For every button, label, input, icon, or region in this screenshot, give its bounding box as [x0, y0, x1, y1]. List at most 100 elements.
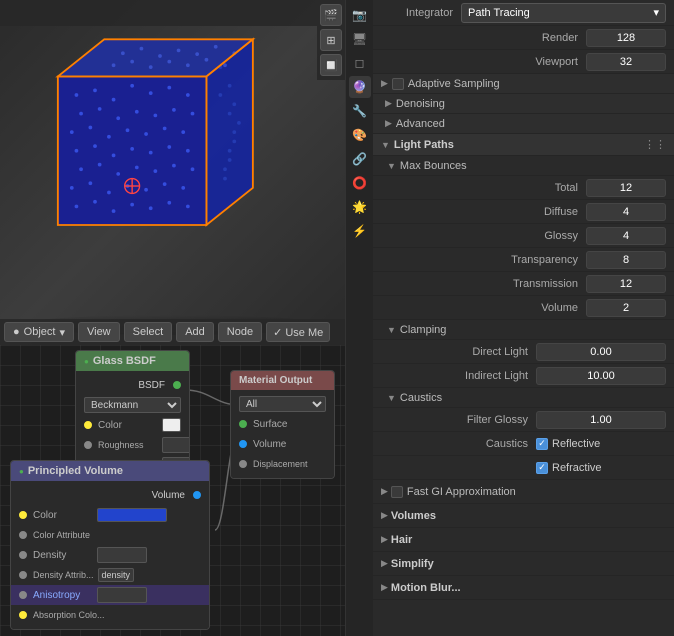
color-swatch[interactable]	[162, 418, 181, 432]
add-menu[interactable]: Add	[176, 322, 214, 342]
use-me-btn[interactable]: ✓ Use Me	[266, 322, 330, 342]
advanced-header[interactable]: ▶ Advanced	[373, 114, 674, 134]
side-icon-physics[interactable]: ⚡	[349, 220, 371, 242]
vol-density-socket[interactable]	[19, 551, 27, 559]
principled-volume-node[interactable]: ● Principled Volume Volume Color	[10, 460, 210, 630]
vol-density-attr-val[interactable]: density	[98, 568, 135, 582]
vol-anisotropy-label: Anisotropy	[33, 590, 93, 601]
side-icon-output[interactable]: 🖥	[349, 28, 371, 50]
vol-node-body: Volume Color Color Attribute	[11, 481, 209, 629]
vol-absorption-row: Absorption Colo...	[11, 605, 209, 625]
simplify-label: Simplify	[391, 558, 434, 570]
side-icon-material[interactable]: 🎨	[349, 124, 371, 146]
vol-density-attr-socket[interactable]	[19, 571, 27, 579]
vol-color-swatch[interactable]	[97, 508, 167, 522]
total-row: Total 12	[373, 176, 674, 200]
volume-value[interactable]: 2	[586, 299, 666, 317]
direct-light-label: Direct Light	[381, 346, 536, 358]
filter-glossy-value[interactable]: 1.00	[536, 411, 666, 429]
vol-anisotropy-input[interactable]: 0.000	[97, 587, 147, 603]
direct-light-value[interactable]: 0.00	[536, 343, 666, 361]
simplify-arrow: ▶	[381, 558, 388, 569]
clamping-header[interactable]: ▼ Clamping	[373, 320, 674, 340]
render-value[interactable]: 128	[586, 29, 666, 47]
side-icon-camera[interactable]: 📷	[349, 4, 371, 26]
mat-surface-row: Surface	[231, 414, 334, 434]
material-output-node[interactable]: Material Output All Surface	[230, 370, 335, 479]
viewport-grid-icon[interactable]: ⊞	[320, 29, 342, 51]
viewport-wireframe-icon[interactable]: 🔲	[320, 54, 342, 76]
reflective-checkbox[interactable]: ✓	[536, 438, 548, 450]
integrator-dropdown[interactable]: Path Tracing ▾	[461, 3, 666, 23]
hair-section[interactable]: ▶ Hair	[373, 528, 674, 552]
volumes-section[interactable]: ▶ Volumes	[373, 504, 674, 528]
max-bounces-arrow: ▼	[387, 161, 396, 171]
mat-volume-socket[interactable]	[239, 440, 247, 448]
vol-color-row: Color	[11, 505, 209, 525]
mode-select[interactable]: ● Object ▾	[4, 322, 74, 342]
refractive-checkbox[interactable]: ✓	[536, 462, 548, 474]
direct-light-row: Direct Light 0.00	[373, 340, 674, 364]
side-icon-particles[interactable]: 🌟	[349, 196, 371, 218]
hair-label: Hair	[391, 534, 412, 546]
transparency-value[interactable]: 8	[586, 251, 666, 269]
select-menu[interactable]: Select	[124, 322, 173, 342]
side-icon-constraints[interactable]: 🔗	[349, 148, 371, 170]
roughness-input[interactable]: 0.000	[162, 437, 190, 453]
viewport-camera-icon[interactable]: 🎬	[320, 4, 342, 26]
viewport: 🎬 ⊞ 🔲 ● Object ▾ View Select Add Node ✓ …	[0, 0, 345, 345]
motion-blur-section[interactable]: ▶ Motion Blur...	[373, 576, 674, 600]
fast-gi-label: Fast GI Approximation	[407, 486, 516, 498]
side-icon-view[interactable]: ◻	[349, 52, 371, 74]
viewport-bottom-bar: ● Object ▾ View Select Add Node ✓ Use Me	[0, 319, 345, 345]
adaptive-sampling-header[interactable]: ▶ Adaptive Sampling	[373, 74, 674, 94]
mat-displacement-socket[interactable]	[239, 460, 247, 468]
vol-color-attr-socket[interactable]	[19, 531, 27, 539]
view-menu[interactable]: View	[78, 322, 120, 342]
total-value[interactable]: 12	[586, 179, 666, 197]
denoising-header[interactable]: ▶ Denoising	[373, 94, 674, 114]
mat-volume-label: Volume	[253, 439, 313, 450]
side-icon-modifier[interactable]: 🔧	[349, 100, 371, 122]
light-paths-section[interactable]: ▼ Light Paths ⋮⋮	[373, 134, 674, 156]
simplify-section[interactable]: ▶ Simplify	[373, 552, 674, 576]
vol-density-input[interactable]: 30.000	[97, 547, 147, 563]
roughness-socket[interactable]	[84, 441, 92, 449]
transmission-value[interactable]: 12	[586, 275, 666, 293]
vol-node-dot: ●	[19, 467, 24, 476]
vol-output-socket[interactable]	[193, 491, 201, 499]
render-label: Render	[381, 32, 586, 44]
fast-gi-section[interactable]: ▶ Fast GI Approximation	[373, 480, 674, 504]
vol-density-label: Density	[33, 550, 93, 561]
indirect-light-value[interactable]: 10.00	[536, 367, 666, 385]
fast-gi-checkbox[interactable]	[391, 486, 403, 498]
vol-absorption-label: Absorption Colo...	[33, 610, 105, 620]
viewport-toolbar	[0, 0, 317, 26]
vol-color-socket[interactable]	[19, 511, 27, 519]
viewport-label: Viewport	[381, 56, 586, 68]
max-bounces-title: Max Bounces	[400, 160, 467, 172]
glass-bsdf-header: ● Glass BSDF	[76, 351, 189, 371]
filter-glossy-row: Filter Glossy 1.00	[373, 408, 674, 432]
light-paths-menu-icon[interactable]: ⋮⋮	[644, 138, 666, 151]
glossy-value[interactable]: 4	[586, 227, 666, 245]
side-icon-object[interactable]: ⭕	[349, 172, 371, 194]
vol-color-attr-label: Color Attribute	[33, 530, 93, 540]
integrator-value: Path Tracing	[468, 7, 530, 19]
node-editor: ● Glass BSDF BSDF Beckmann	[0, 345, 345, 636]
diffuse-value[interactable]: 4	[586, 203, 666, 221]
distribution-select[interactable]: Beckmann	[84, 397, 181, 413]
mat-surface-socket[interactable]	[239, 420, 247, 428]
adaptive-checkbox[interactable]	[392, 78, 404, 90]
cube-render	[30, 20, 290, 300]
viewport-value[interactable]: 32	[586, 53, 666, 71]
node-menu[interactable]: Node	[218, 322, 262, 342]
color-input-socket[interactable]	[84, 421, 92, 429]
caustics-header[interactable]: ▼ Caustics	[373, 388, 674, 408]
vol-absorption-socket[interactable]	[19, 611, 27, 619]
side-icon-render[interactable]: 🔮	[349, 76, 371, 98]
vol-anisotropy-socket[interactable]	[19, 591, 27, 599]
max-bounces-header[interactable]: ▼ Max Bounces	[373, 156, 674, 176]
bsdf-output-socket[interactable]	[173, 381, 181, 389]
mat-dist-select[interactable]: All	[239, 396, 326, 412]
